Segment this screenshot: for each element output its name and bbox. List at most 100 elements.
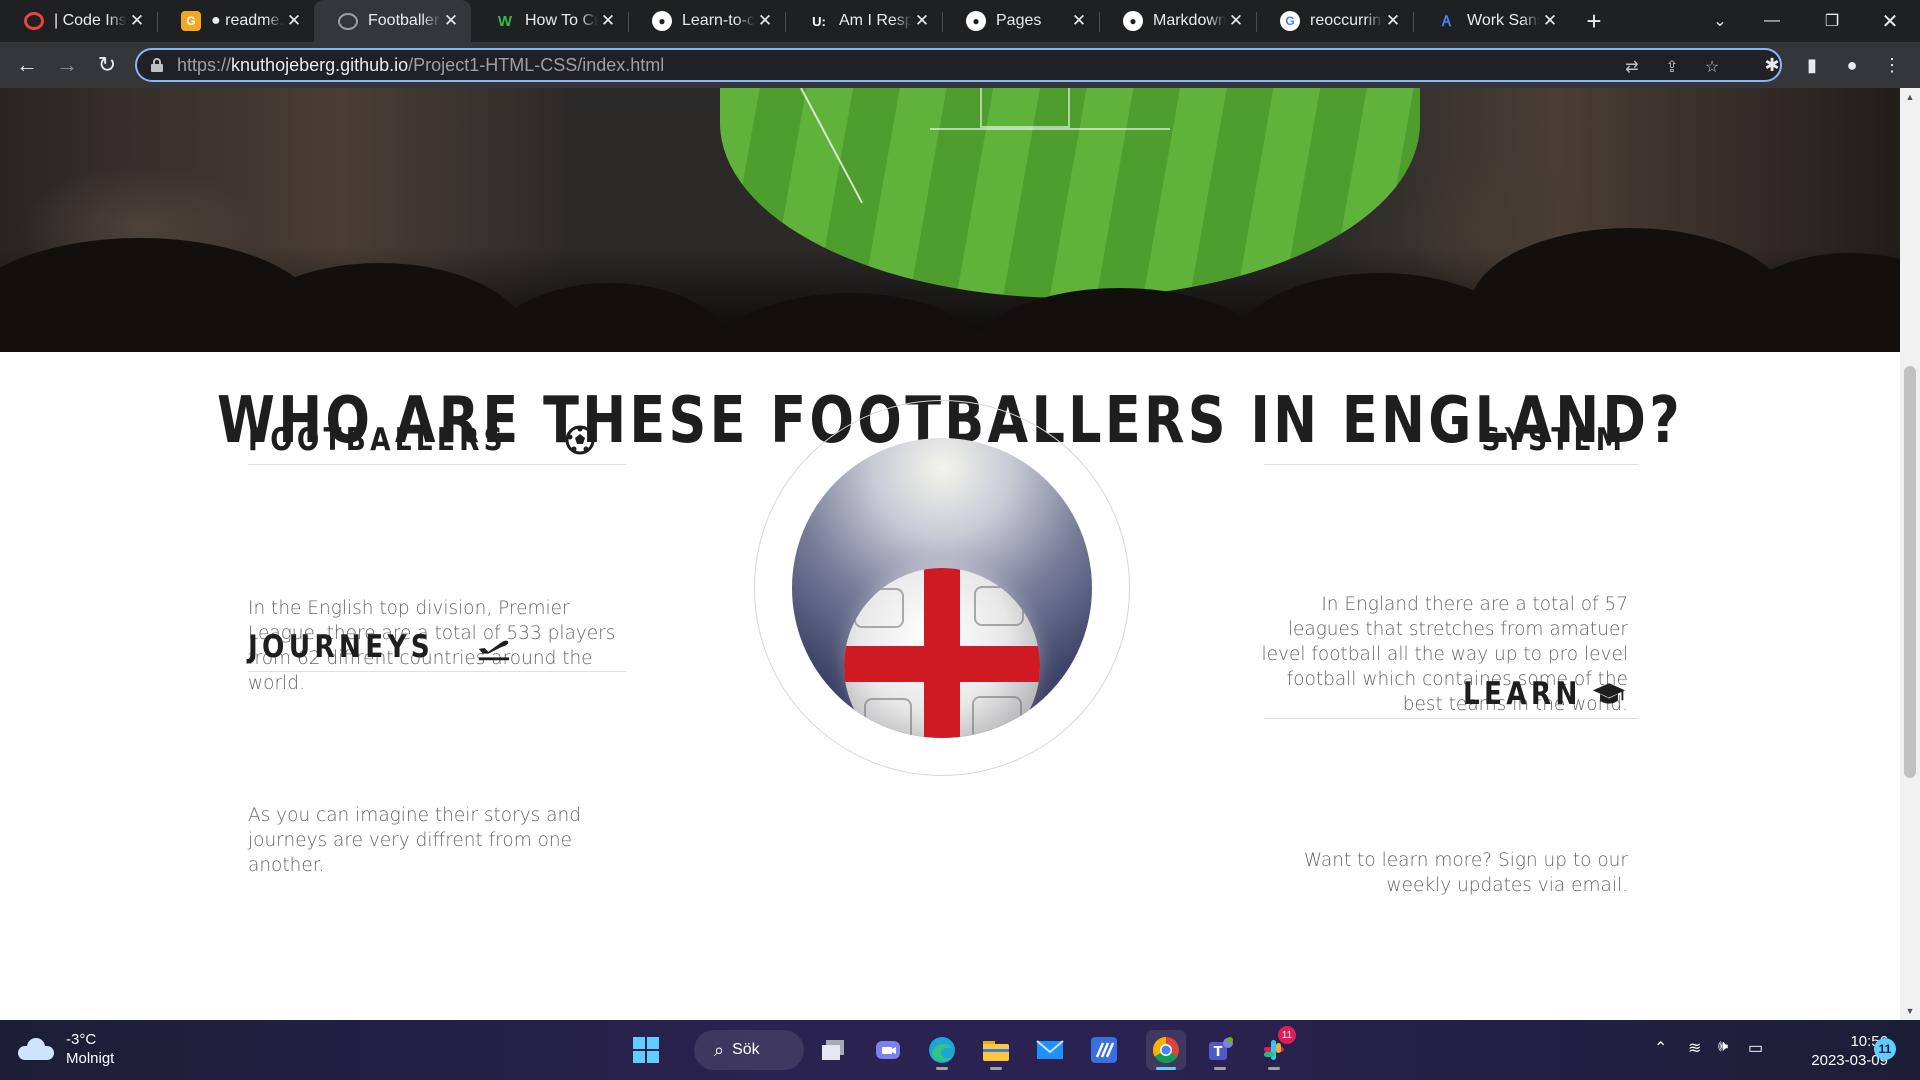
clock-date: 2023-03-09 bbox=[1811, 1052, 1888, 1069]
journeys-text: As you can imagine their storys and jour… bbox=[248, 805, 581, 876]
browser-tab[interactable]: | Code Institute ✕ bbox=[0, 0, 157, 42]
google-fonts-icon: Ꭺ bbox=[1442, 12, 1452, 29]
close-tab-icon[interactable]: ✕ bbox=[1540, 11, 1560, 31]
close-tab-icon[interactable]: ✕ bbox=[1069, 11, 1089, 31]
browser-tab-active[interactable]: Footballers ✕ bbox=[314, 0, 471, 42]
browser-tab[interactable]: ● Learn-to-code ✕ bbox=[628, 0, 785, 42]
clock-time: 10:56 bbox=[1850, 1033, 1888, 1050]
github-icon: ● bbox=[966, 11, 986, 31]
url-text[interactable]: https://knuthojeberg.github.io/Project1-… bbox=[177, 55, 664, 76]
pitch bbox=[720, 88, 1420, 298]
lock-icon[interactable] bbox=[151, 58, 163, 72]
tab-search-icon[interactable]: ⌄ bbox=[1690, 0, 1750, 42]
tab-title: Am I Responsive bbox=[839, 12, 912, 29]
tab-title: | Code Institute bbox=[54, 12, 127, 29]
tab-title: How To Create bbox=[525, 12, 598, 29]
browser-tab[interactable]: G ● readme.md ✕ bbox=[157, 0, 314, 42]
browser-toolbar: ← → ↻ https://knuthojeberg.github.io/Pro… bbox=[0, 42, 1920, 88]
weather-desc: Molnigt bbox=[66, 1050, 115, 1067]
code-institute-icon bbox=[24, 12, 44, 30]
close-tab-icon[interactable]: ✕ bbox=[1383, 11, 1403, 31]
restore-button[interactable]: ❐ bbox=[1802, 0, 1862, 42]
monday-icon[interactable] bbox=[1084, 1030, 1124, 1070]
volume-icon[interactable]: 🕪 bbox=[1718, 1038, 1728, 1056]
translate-icon[interactable]: ⇄ bbox=[1621, 56, 1643, 78]
browser-tab[interactable]: W How To Create ✕ bbox=[471, 0, 628, 42]
windows-taskbar: -3°C Molnigt ⌕ Sök T 11 ⌃ ≋ 🕪 ▭ 10:56 20… bbox=[0, 1020, 1920, 1080]
new-tab-button[interactable]: + bbox=[1574, 0, 1614, 42]
browser-tab[interactable]: U: Am I Responsive ✕ bbox=[785, 0, 942, 42]
scrollbar-thumb[interactable] bbox=[1904, 366, 1916, 778]
windows-icon bbox=[633, 1037, 659, 1063]
footballers-heading: FOOTBALLERS bbox=[248, 415, 626, 465]
notification-badge[interactable]: 11 bbox=[1874, 1038, 1896, 1060]
file-explorer-icon[interactable] bbox=[976, 1030, 1016, 1070]
slack-badge: 11 bbox=[1278, 1026, 1296, 1044]
slack-icon[interactable]: 11 bbox=[1254, 1026, 1296, 1070]
learn-heading: LEARN bbox=[1264, 669, 1638, 719]
mail-icon[interactable] bbox=[1030, 1030, 1070, 1070]
extensions-icon[interactable]: ✱ bbox=[1756, 49, 1788, 81]
share-icon[interactable]: ⇪ bbox=[1661, 56, 1683, 78]
close-tab-icon[interactable]: ✕ bbox=[441, 11, 461, 31]
google-icon: G bbox=[1280, 11, 1300, 31]
tab-title: Learn-to-code bbox=[682, 12, 755, 29]
tab-title: ● readme.md bbox=[211, 12, 284, 29]
cloud-icon bbox=[18, 1038, 54, 1060]
teams-chat-icon[interactable] bbox=[868, 1030, 908, 1070]
journeys-heading: JOURNEYS bbox=[248, 622, 626, 672]
england-football-image bbox=[792, 438, 1092, 738]
reload-button[interactable]: ↻ bbox=[91, 49, 123, 81]
edge-icon[interactable] bbox=[922, 1030, 962, 1070]
chevron-up-icon[interactable]: ⌃ bbox=[1654, 1038, 1667, 1058]
globe-icon bbox=[338, 12, 358, 30]
menu-icon[interactable]: ⋮ bbox=[1876, 49, 1908, 81]
page-viewport: WHO ARE THESE FOOTBALLERS IN ENGLAND? FO… bbox=[0, 88, 1900, 1020]
learn-text: Want to learn more? Sign up to our weekl… bbox=[1303, 850, 1628, 896]
taskbar-search[interactable]: ⌕ Sök bbox=[694, 1030, 804, 1070]
close-tab-icon[interactable]: ✕ bbox=[284, 11, 304, 31]
github-icon: ● bbox=[1123, 11, 1143, 31]
browser-tab[interactable]: G reoccurring ✕ bbox=[1256, 0, 1413, 42]
weather-widget[interactable]: -3°C Molnigt bbox=[18, 1030, 114, 1068]
teams-icon[interactable]: T bbox=[1200, 1030, 1240, 1070]
address-bar[interactable]: https://knuthojeberg.github.io/Project1-… bbox=[135, 48, 1782, 82]
close-tab-icon[interactable]: ✕ bbox=[598, 11, 618, 31]
browser-tab-strip: | Code Institute ✕ G ● readme.md ✕ Footb… bbox=[0, 0, 1920, 42]
close-tab-icon[interactable]: ✕ bbox=[1226, 11, 1246, 31]
system-heading: SYSTEM bbox=[1264, 415, 1638, 465]
close-tab-icon[interactable]: ✕ bbox=[127, 11, 147, 31]
github-icon: ● bbox=[652, 11, 672, 31]
tab-title: Pages bbox=[996, 12, 1042, 29]
wifi-icon[interactable]: ≋ bbox=[1688, 1038, 1701, 1058]
battery-icon[interactable]: ▭ bbox=[1748, 1038, 1763, 1058]
task-view-icon[interactable] bbox=[814, 1030, 854, 1070]
minimize-button[interactable]: — bbox=[1742, 0, 1802, 42]
tab-title: Footballers bbox=[368, 12, 441, 29]
profile-icon[interactable]: ● bbox=[1836, 49, 1868, 81]
gitpod-icon: G bbox=[181, 11, 201, 31]
graduation-cap-icon bbox=[1592, 677, 1626, 711]
close-tab-icon[interactable]: ✕ bbox=[755, 11, 775, 31]
soccer-ball-icon bbox=[563, 423, 597, 457]
browser-tab[interactable]: Ꭺ Work Sans ✕ bbox=[1413, 0, 1570, 42]
bookmark-star-icon[interactable]: ☆ bbox=[1701, 56, 1723, 78]
weather-temp: -3°C bbox=[66, 1031, 97, 1048]
start-button[interactable] bbox=[626, 1030, 666, 1070]
forward-button[interactable]: → bbox=[51, 49, 83, 81]
close-window-button[interactable]: ✕ bbox=[1860, 0, 1920, 42]
taskbar-clock[interactable]: 10:56 2023-03-09 bbox=[1778, 1032, 1888, 1070]
side-panel-icon[interactable]: ▮ bbox=[1796, 49, 1828, 81]
close-tab-icon[interactable]: ✕ bbox=[912, 11, 932, 31]
scroll-down-icon[interactable]: ▼ bbox=[1905, 1006, 1915, 1016]
browser-tab[interactable]: ● Markdown ✕ bbox=[1099, 0, 1256, 42]
chrome-icon[interactable] bbox=[1146, 1030, 1186, 1070]
search-label: Sök bbox=[732, 1041, 760, 1058]
back-button[interactable]: ← bbox=[11, 49, 43, 81]
page-scrollbar[interactable]: ▲ ▼ bbox=[1900, 88, 1920, 1020]
scroll-up-icon[interactable]: ▲ bbox=[1905, 92, 1915, 102]
browser-tab[interactable]: ● Pages ✕ bbox=[942, 0, 1099, 42]
stadium-hero-image bbox=[0, 88, 1900, 352]
plane-departure-icon bbox=[477, 630, 511, 664]
ui-icon: U: bbox=[812, 13, 826, 29]
